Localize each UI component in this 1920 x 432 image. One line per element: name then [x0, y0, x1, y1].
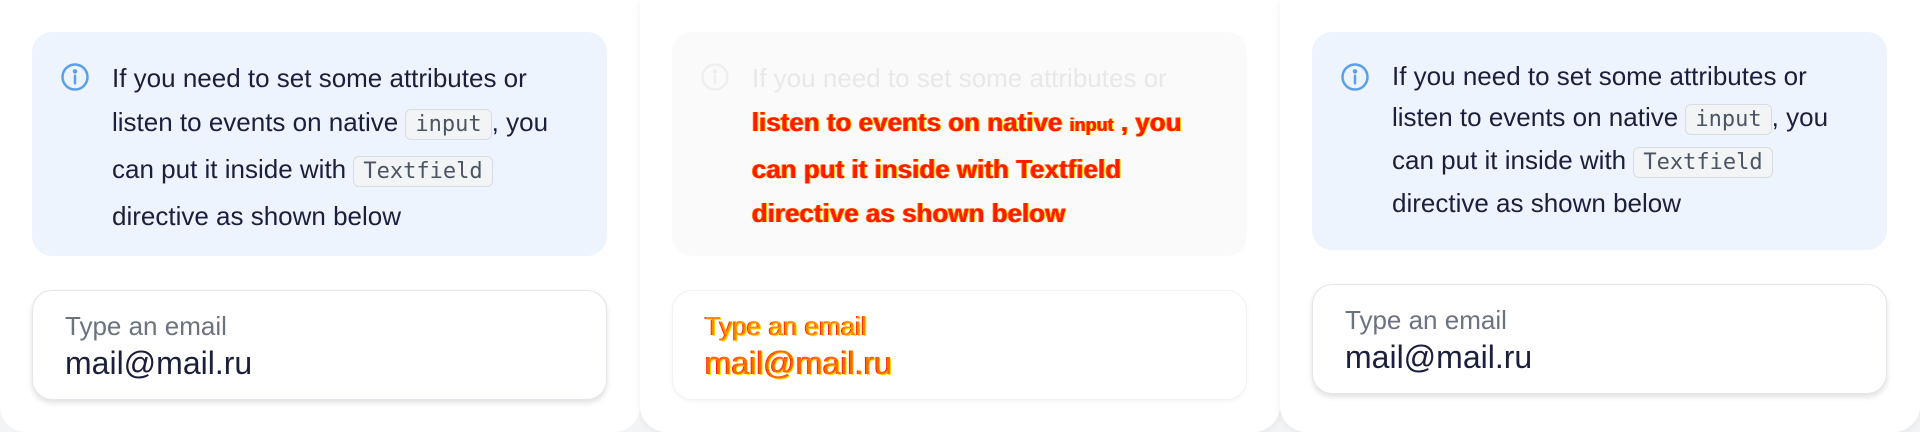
info-notice: If you need to set some attributes or li…	[1312, 32, 1887, 250]
email-input[interactable]	[1345, 339, 1845, 376]
info-circle-icon	[1340, 62, 1370, 92]
email-value: mail@mail.ru	[705, 345, 893, 381]
email-field-label: Type an email	[1345, 305, 1507, 335]
notice-text-diff: If you need to set some attributes or li…	[752, 56, 1219, 235]
info-circle-icon	[60, 62, 90, 92]
code-input: input	[1685, 104, 1772, 135]
info-circle-icon	[700, 62, 730, 92]
comparison-stage: If you need to set some attributes or li…	[0, 0, 1920, 432]
glitch-code: input	[1069, 115, 1114, 135]
code-input: input	[405, 109, 492, 140]
email-field-label: Type an email	[65, 311, 227, 341]
info-notice: If you need to set some attributes or li…	[32, 32, 607, 256]
email-input[interactable]	[65, 345, 565, 382]
notice-glitch-line2: listen to events on native input , you	[752, 100, 1219, 147]
email-field-label: Type an email	[705, 311, 867, 341]
email-textfield[interactable]: Type an email	[32, 290, 607, 400]
notice-glitch-line3: can put it inside with Textfield	[752, 154, 1122, 184]
notice-text: If you need to set some attributes or li…	[1392, 56, 1859, 224]
notice-text: If you need to set some attributes or li…	[112, 56, 579, 238]
glitch-text: , you	[1121, 107, 1182, 137]
notice-text-part3: directive as shown below	[1392, 188, 1682, 218]
panel-original: If you need to set some attributes or li…	[0, 0, 640, 432]
notice-text-part3: directive as shown below	[112, 201, 402, 231]
email-textfield-diff[interactable]: Type an email mail@mail.ru	[672, 290, 1247, 400]
glitch-text: listen to events on native	[752, 107, 1063, 137]
panel-new: If you need to set some attributes or li…	[1280, 0, 1920, 432]
notice-faded-line: If you need to set some attributes or	[752, 63, 1167, 93]
email-textfield[interactable]: Type an email	[1312, 284, 1887, 394]
notice-glitch-line4: directive as shown below	[752, 198, 1066, 228]
code-textfield: Textfield	[1633, 147, 1773, 178]
panel-diff: If you need to set some attributes or li…	[640, 0, 1280, 432]
info-notice-diff: If you need to set some attributes or li…	[672, 32, 1247, 256]
code-textfield: Textfield	[353, 156, 493, 187]
